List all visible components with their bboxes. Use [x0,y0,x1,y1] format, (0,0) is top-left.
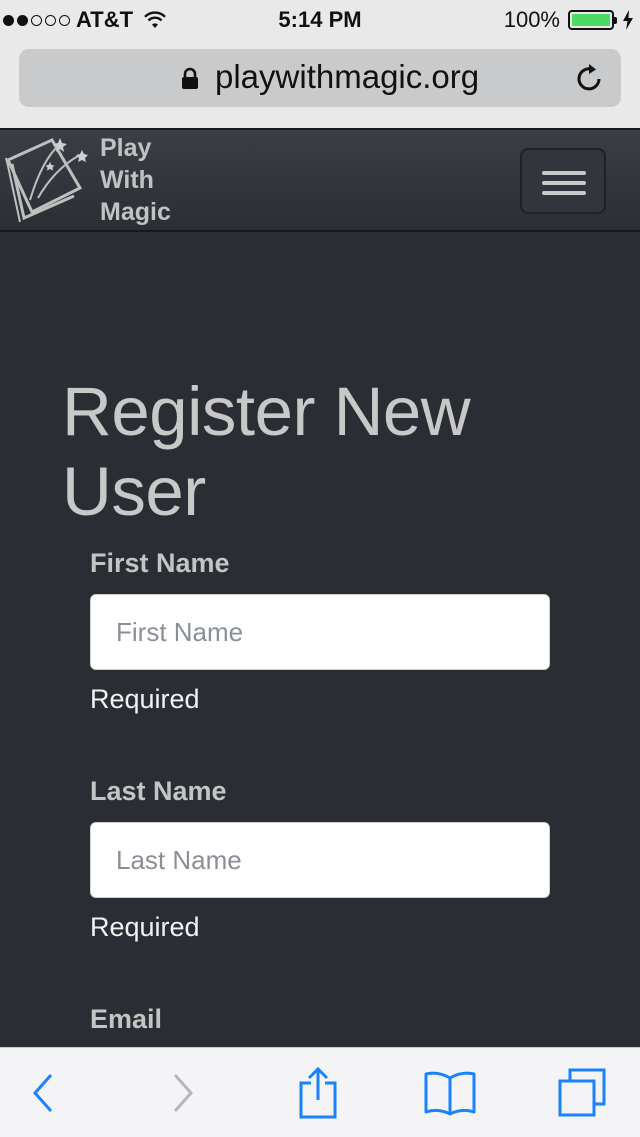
reload-icon[interactable] [574,62,606,94]
tabs-button[interactable] [554,1068,610,1118]
back-button[interactable] [15,1068,71,1118]
forward-icon [173,1074,194,1112]
forward-button[interactable] [155,1068,211,1118]
back-icon [32,1074,53,1112]
hamburger-menu-icon [542,171,586,175]
brand-line: With [100,166,154,194]
brand-name[interactable]: Play With Magic [100,132,171,228]
last-name-help-text: Required [90,912,200,942]
main-content: Register New User First Name Required La… [0,232,640,1047]
charging-bolt-icon [623,10,633,30]
hamburger-menu-button[interactable] [520,148,606,214]
browser-toolbar [0,1047,640,1137]
share-icon [299,1067,337,1119]
brand-line: Play [100,134,152,162]
url-text: playwithmagic.org [215,58,480,95]
page-title: Register New User [62,373,471,530]
brand-line: Magic [100,198,171,226]
battery-icon [568,10,617,30]
book-logo-icon[interactable] [2,130,94,230]
url-field[interactable]: playwithmagic.org [19,49,621,107]
bookmarks-button[interactable] [422,1068,478,1118]
site-navbar: Play With Magic [0,128,640,232]
battery-percent: 100% [503,7,560,32]
share-button[interactable] [290,1067,346,1119]
tabs-icon [558,1068,606,1117]
last-name-input[interactable] [90,822,550,898]
first-name-label: First Name [90,548,230,578]
bookmarks-icon [424,1071,476,1116]
lock-icon [182,67,198,89]
email-label: Email [90,1004,163,1034]
first-name-input[interactable] [90,594,550,670]
last-name-label: Last Name [90,776,227,806]
browser-address-bar: playwithmagic.org [0,40,640,128]
first-name-help-text: Required [90,684,200,714]
status-bar: AT&T 5:14 PM 100% [0,0,640,40]
